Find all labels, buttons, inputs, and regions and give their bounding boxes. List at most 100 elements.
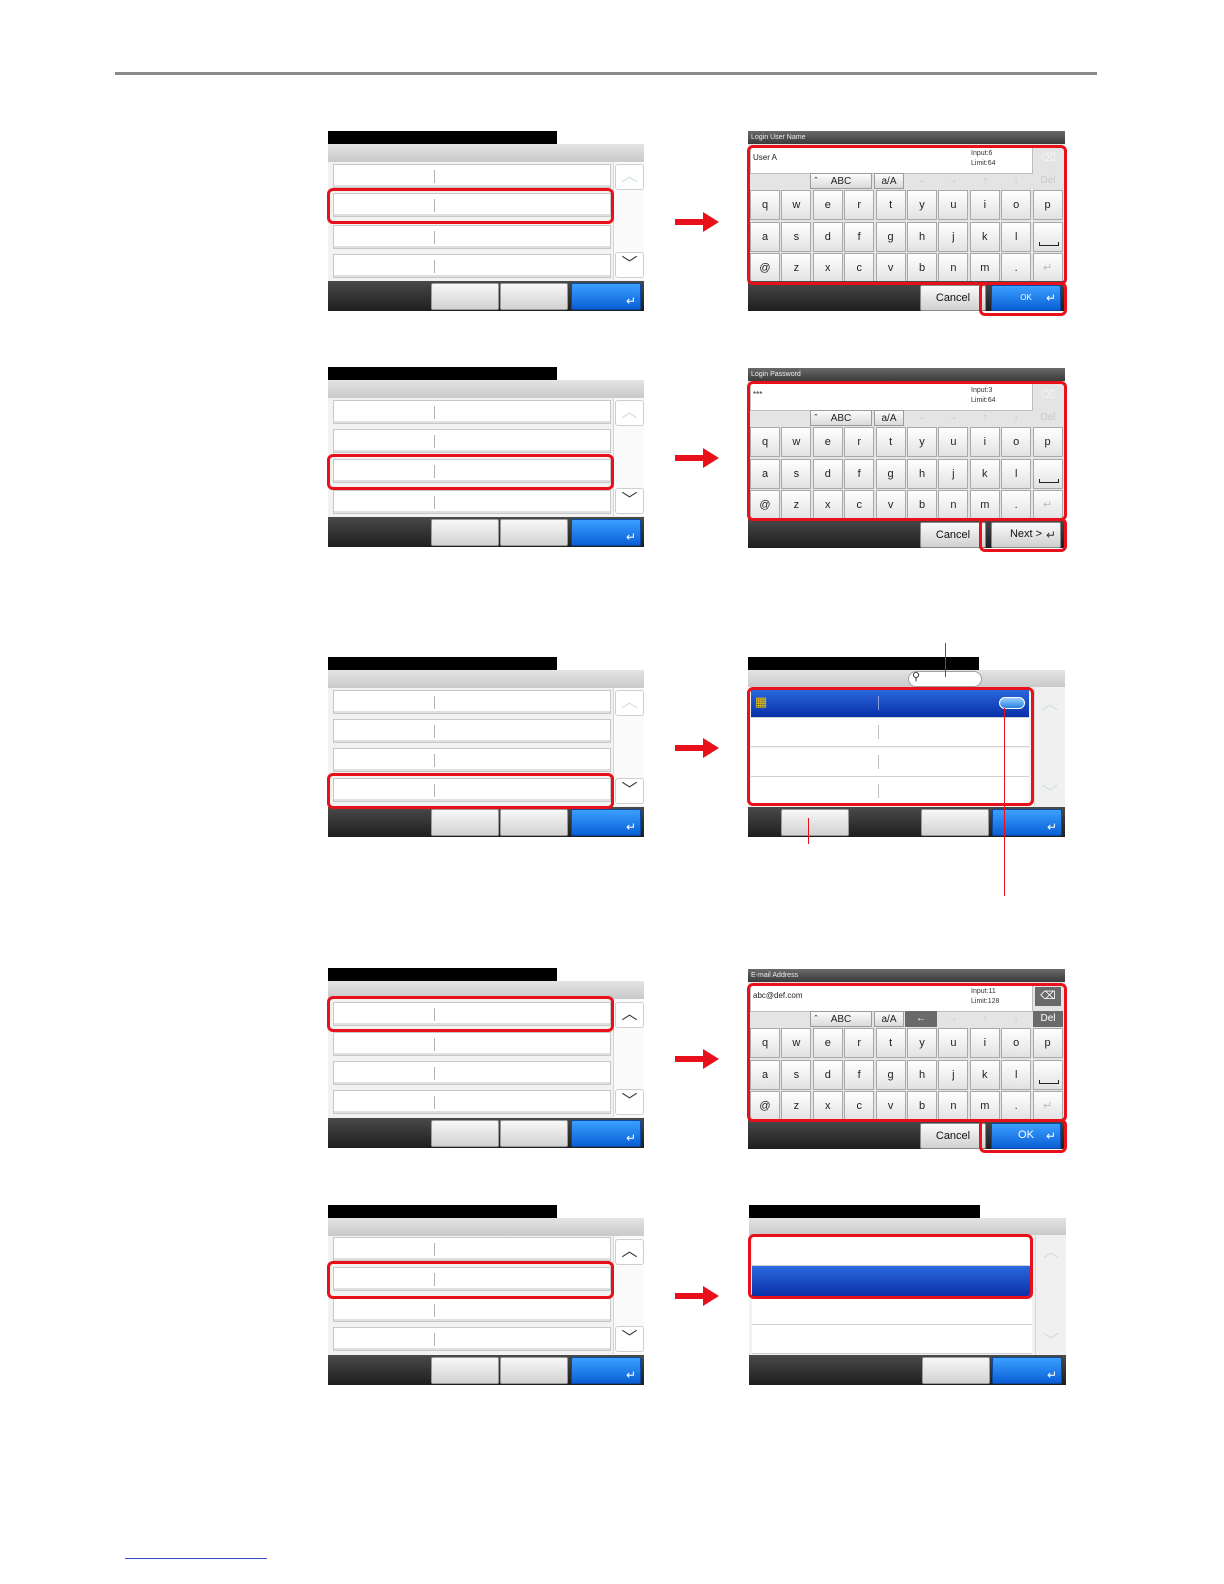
highlight-box bbox=[747, 983, 1067, 1122]
list-row[interactable] bbox=[333, 225, 611, 249]
scroll-up-icon[interactable]: ︿ bbox=[615, 164, 644, 190]
panel-header-bar bbox=[328, 1218, 644, 1236]
enter-icon: ↵ bbox=[1046, 1368, 1057, 1382]
footer-button[interactable] bbox=[500, 1357, 568, 1384]
panel-footer: ↵ bbox=[328, 1118, 644, 1148]
list-row[interactable] bbox=[333, 1032, 611, 1056]
panel-title-bar bbox=[328, 968, 557, 981]
arrow-right-icon bbox=[675, 1049, 719, 1069]
scroll-up-icon[interactable]: ︿ bbox=[1038, 1238, 1064, 1262]
scroll-down-icon[interactable]: ﹀ bbox=[615, 778, 644, 804]
footer-button[interactable] bbox=[921, 809, 989, 836]
scroll-up-icon[interactable]: ︿ bbox=[615, 1239, 644, 1265]
option-row[interactable] bbox=[752, 1325, 1032, 1354]
arrow-right-icon bbox=[675, 448, 719, 468]
highlight-box bbox=[747, 381, 1067, 521]
panel-footer: ↵ bbox=[328, 1355, 644, 1385]
highlight-box bbox=[747, 145, 1067, 285]
scrollbar[interactable]: ︿ ﹀ bbox=[1034, 687, 1065, 807]
arrow-right-icon bbox=[675, 738, 719, 758]
panel-header-bar bbox=[328, 380, 644, 398]
highlight-box bbox=[327, 773, 614, 809]
list-row[interactable] bbox=[333, 719, 611, 743]
scrollbar[interactable]: ︿ ﹀ bbox=[613, 1236, 644, 1354]
scrollbar[interactable]: ︿ ﹀ bbox=[1035, 1235, 1066, 1355]
ok-button[interactable]: ↵ bbox=[992, 809, 1062, 836]
footer-button[interactable] bbox=[500, 283, 568, 310]
keyboard-title: Login User Name bbox=[748, 131, 1065, 144]
panel-header-bar bbox=[328, 144, 644, 162]
footer-button[interactable] bbox=[431, 1120, 499, 1147]
highlight-box bbox=[979, 282, 1067, 316]
ok-button[interactable]: ↵ bbox=[571, 1357, 641, 1384]
enter-icon: ↵ bbox=[1046, 820, 1057, 834]
enter-icon: ↵ bbox=[625, 530, 636, 544]
list-row[interactable] bbox=[333, 1090, 611, 1114]
list-row[interactable] bbox=[333, 690, 611, 714]
panel-title-bar bbox=[328, 657, 557, 670]
footer-link-rule bbox=[125, 1558, 267, 1559]
list-row[interactable] bbox=[333, 1298, 611, 1322]
list-row[interactable] bbox=[333, 1061, 611, 1085]
ok-button[interactable]: ↵ bbox=[571, 809, 641, 836]
ok-button[interactable]: ↵ bbox=[571, 1120, 641, 1147]
footer-button[interactable] bbox=[500, 519, 568, 546]
settings-list-panel-2: ︿ ﹀ ↵ bbox=[327, 367, 644, 547]
footer-button[interactable] bbox=[922, 1357, 990, 1384]
keyboard-title: E-mail Address bbox=[748, 969, 1065, 982]
footer-button[interactable] bbox=[431, 809, 499, 836]
scroll-down-icon[interactable]: ﹀ bbox=[615, 1089, 644, 1115]
highlight-box bbox=[327, 454, 614, 490]
search-icon: ⚲ bbox=[912, 671, 921, 683]
callout-line bbox=[808, 818, 809, 844]
keyboard-title: Login Password bbox=[748, 368, 1065, 381]
footer-button[interactable] bbox=[431, 519, 499, 546]
scroll-down-icon[interactable]: ﹀ bbox=[1037, 779, 1063, 803]
footer-button[interactable] bbox=[500, 809, 568, 836]
option-list-panel: ︿ ﹀ ↵ bbox=[748, 1205, 1066, 1385]
enter-icon: ↵ bbox=[625, 1131, 636, 1145]
scroll-down-icon[interactable]: ﹀ bbox=[1038, 1327, 1064, 1351]
list-row[interactable] bbox=[333, 254, 611, 278]
scroll-down-icon[interactable]: ﹀ bbox=[615, 252, 644, 278]
scroll-up-icon[interactable]: ︿ bbox=[1037, 690, 1063, 714]
list-row[interactable] bbox=[333, 1327, 611, 1351]
scroll-down-icon[interactable]: ﹀ bbox=[615, 1326, 644, 1352]
scroll-down-icon[interactable]: ﹀ bbox=[615, 488, 644, 514]
keyboard-panel-user-name: Login User Name User A Input:6 Limit:64 ⌫… bbox=[747, 131, 1067, 316]
scrollbar[interactable]: ︿ ﹀ bbox=[613, 999, 644, 1117]
enter-icon: ↵ bbox=[625, 1368, 636, 1382]
arrow-right-icon bbox=[675, 1286, 719, 1306]
scroll-up-icon[interactable]: ︿ bbox=[615, 690, 644, 716]
highlight-box bbox=[748, 1234, 1033, 1299]
highlight-box bbox=[327, 996, 614, 1032]
arrow-right-icon bbox=[675, 212, 719, 232]
scrollbar[interactable]: ︿ ﹀ bbox=[613, 162, 644, 280]
cancel-button[interactable]: Cancel bbox=[920, 522, 986, 548]
footer-button[interactable] bbox=[431, 283, 499, 310]
ok-button[interactable]: ↵ bbox=[571, 519, 641, 546]
scroll-up-icon[interactable]: ︿ bbox=[615, 400, 644, 426]
cancel-button[interactable]: Cancel bbox=[920, 1123, 986, 1149]
list-row[interactable] bbox=[333, 748, 611, 772]
ok-button[interactable]: ↵ bbox=[571, 283, 641, 310]
list-row[interactable] bbox=[333, 490, 611, 514]
address-book-panel: ⚲ ▦ ︿ ﹀ ↵ bbox=[747, 657, 1065, 837]
footer-button[interactable] bbox=[431, 1357, 499, 1384]
footer-button[interactable] bbox=[781, 809, 849, 836]
cancel-button[interactable]: Cancel bbox=[920, 285, 986, 311]
panel-title-bar bbox=[328, 1205, 557, 1218]
scrollbar[interactable]: ︿ ﹀ bbox=[613, 688, 644, 806]
panel-footer: ↵ bbox=[748, 807, 1065, 837]
list-row[interactable] bbox=[333, 400, 611, 424]
list-row[interactable] bbox=[333, 164, 611, 188]
ok-button[interactable]: ↵ bbox=[992, 1357, 1062, 1384]
panel-footer: ↵ bbox=[328, 807, 644, 837]
option-row[interactable] bbox=[752, 1298, 1032, 1325]
footer-button[interactable] bbox=[500, 1120, 568, 1147]
list-row[interactable] bbox=[333, 429, 611, 453]
panel-title-bar bbox=[328, 367, 557, 380]
list-row[interactable] bbox=[333, 1237, 611, 1261]
scroll-up-icon[interactable]: ︿ bbox=[615, 1002, 644, 1028]
scrollbar[interactable]: ︿ ﹀ bbox=[613, 398, 644, 516]
